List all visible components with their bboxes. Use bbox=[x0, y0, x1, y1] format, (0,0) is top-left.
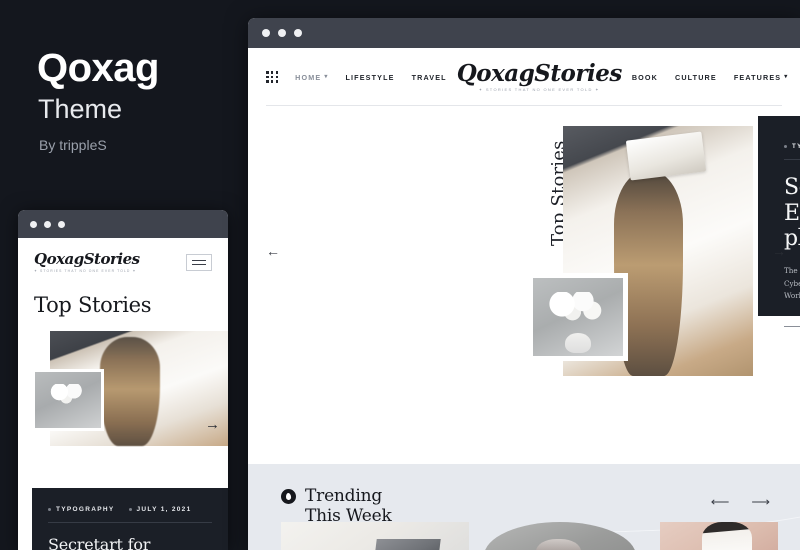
site-logo-mobile[interactable]: QoxagStories ✦ STORIES THAT NO ONE EVER … bbox=[34, 250, 140, 274]
mobile-site-header: QoxagStories ✦ STORIES THAT NO ONE EVER … bbox=[18, 238, 228, 273]
carousel-prev-arrow[interactable]: ← bbox=[266, 244, 280, 258]
nav-left-group: HOME ▾ LIFESTYLE TRAVEL bbox=[266, 70, 447, 84]
chevron-down-icon: ▾ bbox=[324, 74, 329, 80]
article-date: JULY 1, 2021 bbox=[128, 506, 192, 513]
article-category-label: TYPOGRAPHY bbox=[792, 143, 800, 150]
trending-card[interactable] bbox=[281, 522, 469, 550]
site-tagline: ✦ STORIES THAT NO ONE EVER TOLD ✦ bbox=[34, 269, 137, 273]
grid-dot bbox=[275, 80, 279, 84]
window-dot-close[interactable] bbox=[262, 29, 270, 37]
trending-title: Trending This Week bbox=[305, 486, 392, 527]
trending-card[interactable] bbox=[660, 522, 778, 550]
desktop-browser-chrome bbox=[248, 18, 800, 48]
article-category[interactable]: TYPOGRAPHY bbox=[48, 506, 115, 513]
nav-item-label: FEATURES bbox=[733, 72, 782, 82]
article-date-label: JULY 1, 2021 bbox=[136, 506, 192, 513]
window-dot-minimize[interactable] bbox=[278, 29, 286, 37]
grid-dot bbox=[275, 75, 279, 79]
nav-item-features[interactable]: FEATURES ▾ bbox=[734, 73, 789, 82]
bullet-icon bbox=[784, 145, 787, 148]
desktop-preview-window: HOME ▾ LIFESTYLE TRAVEL QoxagStories ✦ S… bbox=[248, 18, 800, 550]
article-meta: TYPOGRAPHY JULY 1, 2021 bbox=[784, 143, 800, 150]
carousel-next-arrow[interactable]: → bbox=[772, 244, 786, 258]
top-stories-hero-section: Top Stories ← → TYPOGRAPHY JULY 1, 2021 … bbox=[248, 106, 800, 416]
mobile-preview-window: QoxagStories ✦ STORIES THAT NO ONE EVER … bbox=[18, 210, 228, 550]
site-navigation-bar: HOME ▾ LIFESTYLE TRAVEL QoxagStories ✦ S… bbox=[248, 48, 800, 106]
featured-article-card[interactable]: TYPOGRAPHY JULY 1, 2021 Secretart for Ec… bbox=[758, 116, 800, 327]
trending-title-line-1: Trending bbox=[305, 486, 383, 506]
grid-dot bbox=[266, 80, 269, 84]
trending-next-arrow[interactable]: ⟶ bbox=[751, 494, 770, 510]
hamburger-line bbox=[192, 263, 206, 266]
window-dot-minimize[interactable] bbox=[44, 220, 51, 228]
divider bbox=[784, 159, 800, 160]
grid-dot bbox=[266, 75, 269, 79]
mobile-viewport: QoxagStories ✦ STORIES THAT NO ONE EVER … bbox=[18, 238, 228, 550]
nav-item-lifestyle[interactable]: LIFESTYLE bbox=[346, 73, 395, 82]
nav-item-label: BOOK bbox=[631, 72, 658, 82]
mobile-next-slide-arrow[interactable]: → bbox=[205, 417, 220, 432]
hero-image-flower-vase bbox=[528, 273, 628, 361]
grid-dot bbox=[270, 70, 274, 74]
chevron-down-icon: ▾ bbox=[784, 74, 789, 80]
read-full-story-link[interactable]: READ FULL STORY → bbox=[784, 317, 800, 327]
nav-item-home[interactable]: HOME ▾ bbox=[295, 73, 328, 82]
nav-item-label: HOME bbox=[295, 72, 322, 82]
site-logo-text: QoxagStories bbox=[34, 250, 140, 268]
article-title[interactable]: Secretart for bbox=[48, 535, 212, 550]
bullet-icon bbox=[48, 508, 51, 511]
article-category[interactable]: TYPOGRAPHY bbox=[784, 143, 800, 150]
trending-this-week-section: Trending This Week ⟵ ⟶ bbox=[248, 464, 800, 550]
trending-carousel-nav: ⟵ ⟶ bbox=[711, 494, 770, 510]
mobile-browser-chrome bbox=[18, 210, 228, 238]
hamburger-menu-icon[interactable] bbox=[186, 254, 212, 271]
article-category-label: TYPOGRAPHY bbox=[56, 506, 115, 513]
grid-dot bbox=[270, 80, 274, 84]
trending-header: Trending This Week bbox=[281, 486, 392, 527]
nav-item-travel[interactable]: TRAVEL bbox=[412, 73, 447, 82]
article-excerpt: The same systems we built to handle peak… bbox=[784, 266, 800, 301]
site-logo-text: QoxagStories bbox=[456, 60, 623, 87]
trending-prev-arrow[interactable]: ⟵ bbox=[711, 494, 730, 510]
flame-shape bbox=[285, 492, 292, 501]
article-meta: TYPOGRAPHY JULY 1, 2021 bbox=[48, 506, 212, 513]
window-dot-maximize[interactable] bbox=[58, 220, 65, 228]
mobile-hero-media: → bbox=[18, 331, 228, 446]
divider bbox=[48, 522, 212, 523]
theme-author: By trippleS bbox=[39, 137, 107, 153]
grid-menu-icon[interactable] bbox=[266, 70, 279, 84]
grid-dot bbox=[266, 70, 269, 74]
bullet-icon bbox=[128, 508, 132, 511]
grid-dot bbox=[270, 75, 274, 79]
mobile-featured-article-card[interactable]: TYPOGRAPHY JULY 1, 2021 Secretart for bbox=[32, 488, 228, 550]
flame-icon bbox=[281, 489, 296, 504]
grid-dot bbox=[275, 70, 279, 74]
nav-item-label: CULTURE bbox=[674, 72, 717, 82]
window-dot-close[interactable] bbox=[30, 220, 37, 228]
nav-right-group: BOOK CULTURE FEATURES ▾ bbox=[632, 72, 800, 82]
nav-item-book[interactable]: BOOK bbox=[632, 73, 658, 82]
theme-label: Theme bbox=[38, 94, 123, 124]
site-tagline: ✦ STORIES THAT NO ONE EVER TOLD ✦ bbox=[478, 87, 600, 92]
nav-item-label: TRAVEL bbox=[411, 72, 447, 82]
read-full-story-label: READ FULL STORY bbox=[784, 317, 800, 327]
site-logo-desktop[interactable]: QoxagStories ✦ STORIES THAT NO ONE EVER … bbox=[447, 62, 632, 92]
nav-item-label: LIFESTYLE bbox=[345, 72, 395, 82]
hero-image-flower-vase bbox=[32, 369, 104, 431]
hamburger-line bbox=[192, 259, 206, 262]
article-title[interactable]: Secretart for Economic Air plane bbox=[784, 175, 800, 252]
theme-name: Qoxag bbox=[37, 46, 159, 90]
window-dot-maximize[interactable] bbox=[294, 29, 302, 37]
mobile-section-heading: Top Stories bbox=[34, 293, 152, 317]
nav-item-culture[interactable]: CULTURE bbox=[675, 73, 717, 82]
